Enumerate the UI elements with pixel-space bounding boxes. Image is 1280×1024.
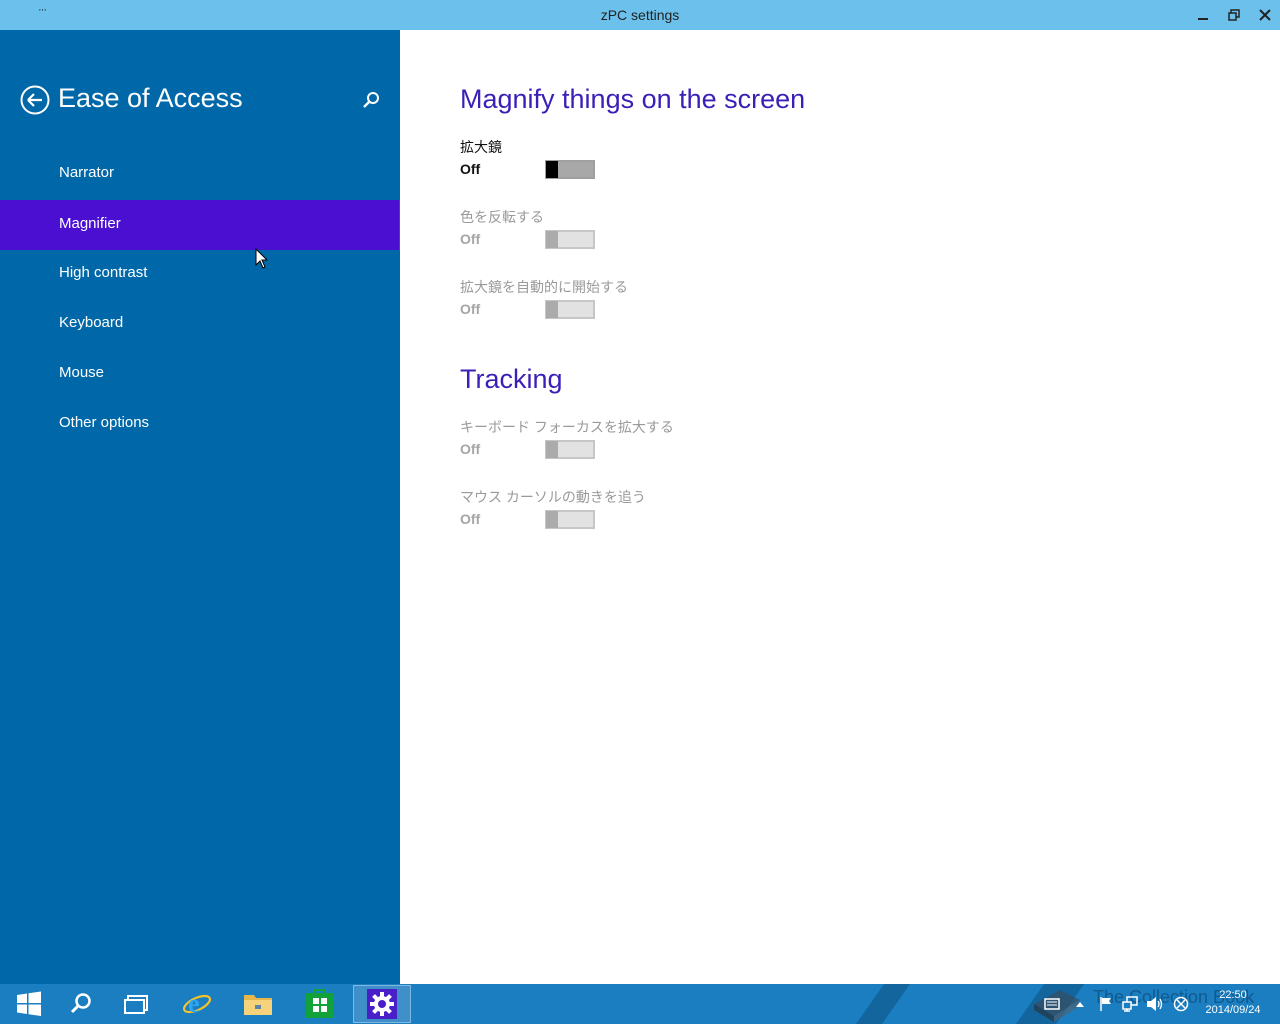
sidebar-item-label: Mouse xyxy=(59,364,105,381)
store-button[interactable] xyxy=(291,985,349,1023)
toggle-thumb xyxy=(546,231,558,248)
settings-icon xyxy=(367,989,397,1019)
store-icon xyxy=(306,989,334,1018)
sidebar-item-high-contrast[interactable]: High contrast xyxy=(0,249,399,299)
network-tray-button[interactable] xyxy=(1120,984,1140,1024)
sidebar-title: Ease of Access xyxy=(58,83,243,113)
sidebar: Ease of Access Narrator Magnifier High c… xyxy=(0,30,400,984)
minimize-icon xyxy=(1198,18,1208,20)
search-icon xyxy=(70,993,91,1014)
show-hidden-icons-button[interactable] xyxy=(1070,984,1090,1024)
search-icon[interactable] xyxy=(362,91,380,109)
chevron-up-icon xyxy=(1076,1002,1084,1007)
volume-tray-button[interactable] xyxy=(1144,984,1166,1024)
svg-text:e: e xyxy=(188,989,200,1018)
minimize-button[interactable] xyxy=(1188,0,1218,30)
auto-start-toggle[interactable] xyxy=(545,300,595,319)
toggle-thumb xyxy=(546,441,558,458)
sidebar-item-label: High contrast xyxy=(59,264,148,281)
close-button[interactable] xyxy=(1250,0,1280,30)
toggle-thumb xyxy=(546,161,558,178)
title-bar: ··· zPC settings xyxy=(0,0,1280,30)
auto-start-label: 拡大鏡を自動的に開始する xyxy=(460,279,628,295)
invert-colors-toggle[interactable] xyxy=(545,230,595,249)
start-icon xyxy=(17,991,41,1016)
keyboard-focus-state: Off xyxy=(460,441,481,457)
status-tray-button[interactable] xyxy=(1170,984,1192,1024)
start-button[interactable] xyxy=(0,985,58,1023)
sidebar-item-narrator[interactable]: Narrator xyxy=(0,149,399,199)
keyboard-focus-label: キーボード フォーカスを拡大する xyxy=(460,419,674,435)
sidebar-item-label: Narrator xyxy=(59,164,115,181)
flag-icon xyxy=(1100,997,1111,1011)
mouse-cursor-label: マウス カーソルの動きを追う xyxy=(460,489,646,505)
magnifier-state: Off xyxy=(460,161,481,177)
task-view-icon xyxy=(124,995,148,1014)
internet-explorer-button[interactable]: e xyxy=(168,985,226,1023)
settings-content: Magnify things on the screen 拡大鏡 Off 色を反… xyxy=(400,30,1280,984)
speaker-icon xyxy=(1147,997,1163,1011)
sidebar-item-mouse[interactable]: Mouse xyxy=(0,349,399,399)
invert-colors-state: Off xyxy=(460,231,481,247)
blocked-icon xyxy=(1173,996,1189,1012)
auto-start-state: Off xyxy=(460,301,481,317)
section-title-tracking: Tracking xyxy=(460,364,563,394)
taskbar-search-button[interactable] xyxy=(52,985,110,1023)
clock-time: 22:50 xyxy=(1219,989,1247,1001)
keyboard-tray-button[interactable] xyxy=(1042,984,1062,1024)
clock-date: 2014/09/24 xyxy=(1205,1004,1261,1016)
sidebar-item-other-options[interactable]: Other options xyxy=(0,399,399,449)
toggle-thumb xyxy=(546,511,558,528)
invert-colors-label: 色を反転する xyxy=(460,209,544,225)
mouse-cursor-toggle[interactable] xyxy=(545,510,595,529)
magnifier-toggle[interactable] xyxy=(545,160,595,179)
sidebar-item-label: Keyboard xyxy=(59,314,124,331)
taskbar-decoration xyxy=(855,984,911,1024)
action-center-tray-button[interactable] xyxy=(1096,984,1116,1024)
mouse-cursor-state: Off xyxy=(460,511,481,527)
sidebar-item-label: Magnifier xyxy=(59,215,121,232)
internet-explorer-icon: e xyxy=(182,989,212,1018)
sidebar-item-magnifier[interactable]: Magnifier xyxy=(0,200,399,250)
keyboard-focus-toggle[interactable] xyxy=(545,440,595,459)
magnifier-label: 拡大鏡 xyxy=(460,139,502,155)
taskbar-clock[interactable]: 22:50 2014/09/24 xyxy=(1196,988,1270,1018)
close-icon xyxy=(1259,9,1271,21)
network-icon xyxy=(1122,996,1138,1012)
back-arrow-icon[interactable] xyxy=(20,85,50,115)
sidebar-item-keyboard[interactable]: Keyboard xyxy=(0,299,399,349)
restore-button[interactable] xyxy=(1219,0,1249,30)
taskbar: e The Collection Book 22:50 2014/09/24 xyxy=(0,984,1280,1024)
settings-taskbar-button[interactable] xyxy=(353,985,411,1023)
task-view-button[interactable] xyxy=(108,985,166,1023)
file-explorer-icon xyxy=(244,995,272,1015)
section-title-magnify: Magnify things on the screen xyxy=(460,84,806,114)
keyboard-icon xyxy=(1044,998,1060,1010)
toggle-thumb xyxy=(546,301,558,318)
sidebar-item-label: Other options xyxy=(59,414,150,431)
restore-icon xyxy=(1228,9,1240,21)
mouse-pointer-icon xyxy=(255,248,269,269)
file-explorer-button[interactable] xyxy=(229,985,287,1023)
window-title: zPC settings xyxy=(600,7,680,23)
